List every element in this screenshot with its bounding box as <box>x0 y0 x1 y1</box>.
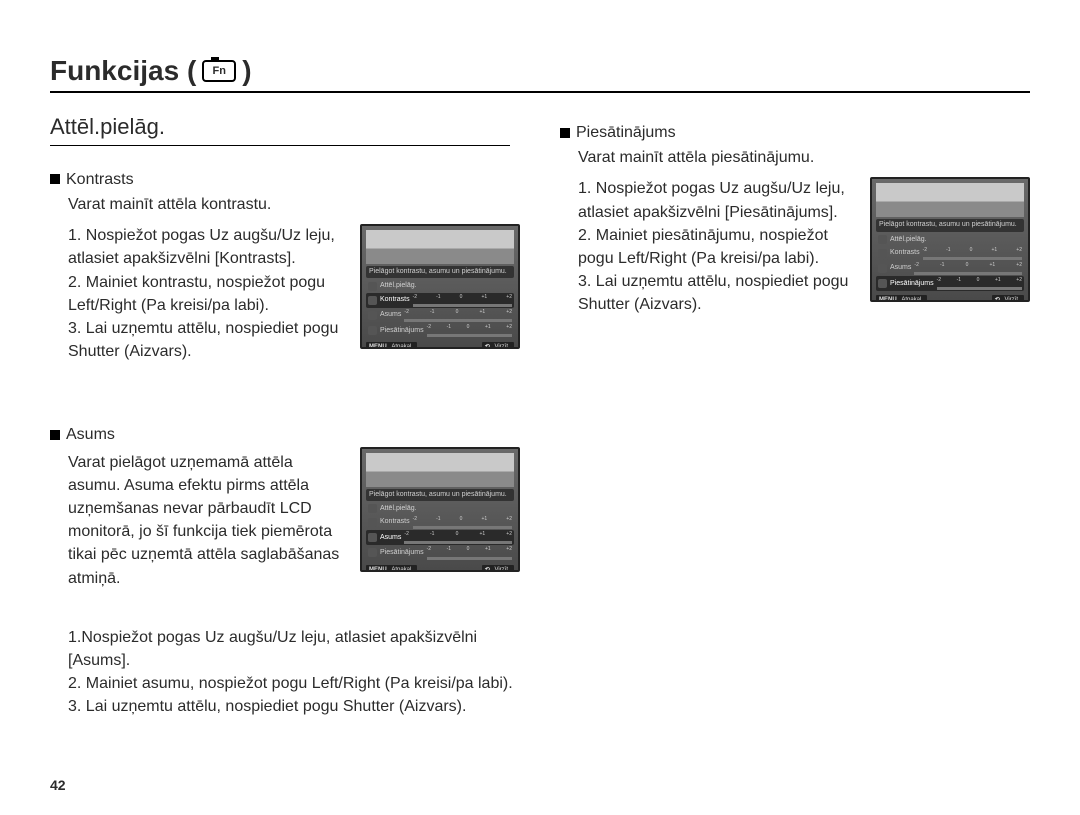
contrast-heading: Kontrasts <box>50 168 520 191</box>
sharpness-icon <box>368 533 377 542</box>
cam-preview <box>366 230 514 264</box>
contrast-camera-screenshot: Pielāgot kontrastu, asumu un piesātināju… <box>360 224 520 349</box>
cam-hint: Pielāgot kontrastu, asumu un piesātināju… <box>366 266 514 278</box>
contrast-icon <box>878 249 887 258</box>
saturation-desc: Varat mainīt attēla piesātinājumu. <box>578 146 1030 169</box>
title-suffix: ) <box>242 55 251 87</box>
page-title: Funkcijas ( Fn ) <box>50 55 1030 93</box>
sharpness-step-2: 2. Mainiet asumu, nospiežot pogu Left/Ri… <box>68 672 520 695</box>
section-heading: Attēl.pielāg. <box>50 111 510 146</box>
saturation-camera-screenshot: Pielāgot kontrastu, asumu un piesātināju… <box>870 177 1030 302</box>
contrast-icon <box>368 518 377 527</box>
title-prefix: Funkcijas ( <box>50 55 196 87</box>
camera-fn-icon: Fn <box>202 60 236 82</box>
saturation-step-3: 3. Lai uzņemtu attēlu, nospiediet pogu S… <box>578 270 856 316</box>
bullet-square-icon <box>50 174 60 184</box>
contrast-icon <box>368 296 377 305</box>
contrast-desc: Varat mainīt attēla kontrastu. <box>68 193 520 216</box>
sharpness-label: Asums <box>66 423 115 446</box>
saturation-step-1: 1. Nospiežot pogas Uz augšu/Uz leju, atl… <box>578 177 856 223</box>
cam-hint: Pielāgot kontrastu, asumu un piesātināju… <box>876 219 1024 231</box>
sharpness-step-1: 1.Nospiežot pogas Uz augšu/Uz leju, atla… <box>68 626 520 672</box>
sharpness-icon <box>368 311 377 320</box>
gear-icon <box>368 504 377 513</box>
right-column: Piesātinājums Varat mainīt attēla piesāt… <box>560 111 1030 718</box>
saturation-icon <box>878 279 887 288</box>
sharpness-heading: Asums <box>50 423 520 446</box>
contrast-step-1: 1. Nospiežot pogas Uz augšu/Uz leju, atl… <box>68 224 346 270</box>
cam-hint: Pielāgot kontrastu, asumu un piesātināju… <box>366 489 514 501</box>
bullet-square-icon <box>560 128 570 138</box>
page-number: 42 <box>50 777 66 793</box>
cam-preview <box>876 183 1024 217</box>
saturation-icon <box>368 548 377 557</box>
content-columns: Attēl.pielāg. Kontrasts Varat mainīt att… <box>50 111 1030 718</box>
contrast-steps: 1. Nospiežot pogas Uz augšu/Uz leju, atl… <box>68 224 346 363</box>
contrast-step-3: 3. Lai uzņemtu attēlu, nospiediet pogu S… <box>68 317 346 363</box>
contrast-step-2: 2. Mainiet kontrastu, nospiežot pogu Lef… <box>68 271 346 317</box>
sharpness-step-3: 3. Lai uzņemtu attēlu, nospiediet pogu S… <box>68 695 520 718</box>
saturation-icon <box>368 326 377 335</box>
saturation-step-2: 2. Mainiet piesātinājumu, nospiežot pogu… <box>578 224 856 270</box>
gear-icon <box>368 282 377 291</box>
sharpness-icon <box>878 264 887 273</box>
saturation-label: Piesātinājums <box>576 121 676 144</box>
sharpness-desc: Varat pielāgot uzņemamā attēla asumu. As… <box>68 451 346 590</box>
saturation-steps: 1. Nospiežot pogas Uz augšu/Uz leju, atl… <box>578 177 856 316</box>
bullet-square-icon <box>50 430 60 440</box>
left-column: Attēl.pielāg. Kontrasts Varat mainīt att… <box>50 111 520 718</box>
sharpness-steps: 1.Nospiežot pogas Uz augšu/Uz leju, atla… <box>68 626 520 719</box>
contrast-label: Kontrasts <box>66 168 134 191</box>
gear-icon <box>878 235 887 244</box>
cam-preview <box>366 453 514 487</box>
sharpness-camera-screenshot: Pielāgot kontrastu, asumu un piesātināju… <box>360 447 520 572</box>
saturation-heading: Piesātinājums <box>560 121 1030 144</box>
